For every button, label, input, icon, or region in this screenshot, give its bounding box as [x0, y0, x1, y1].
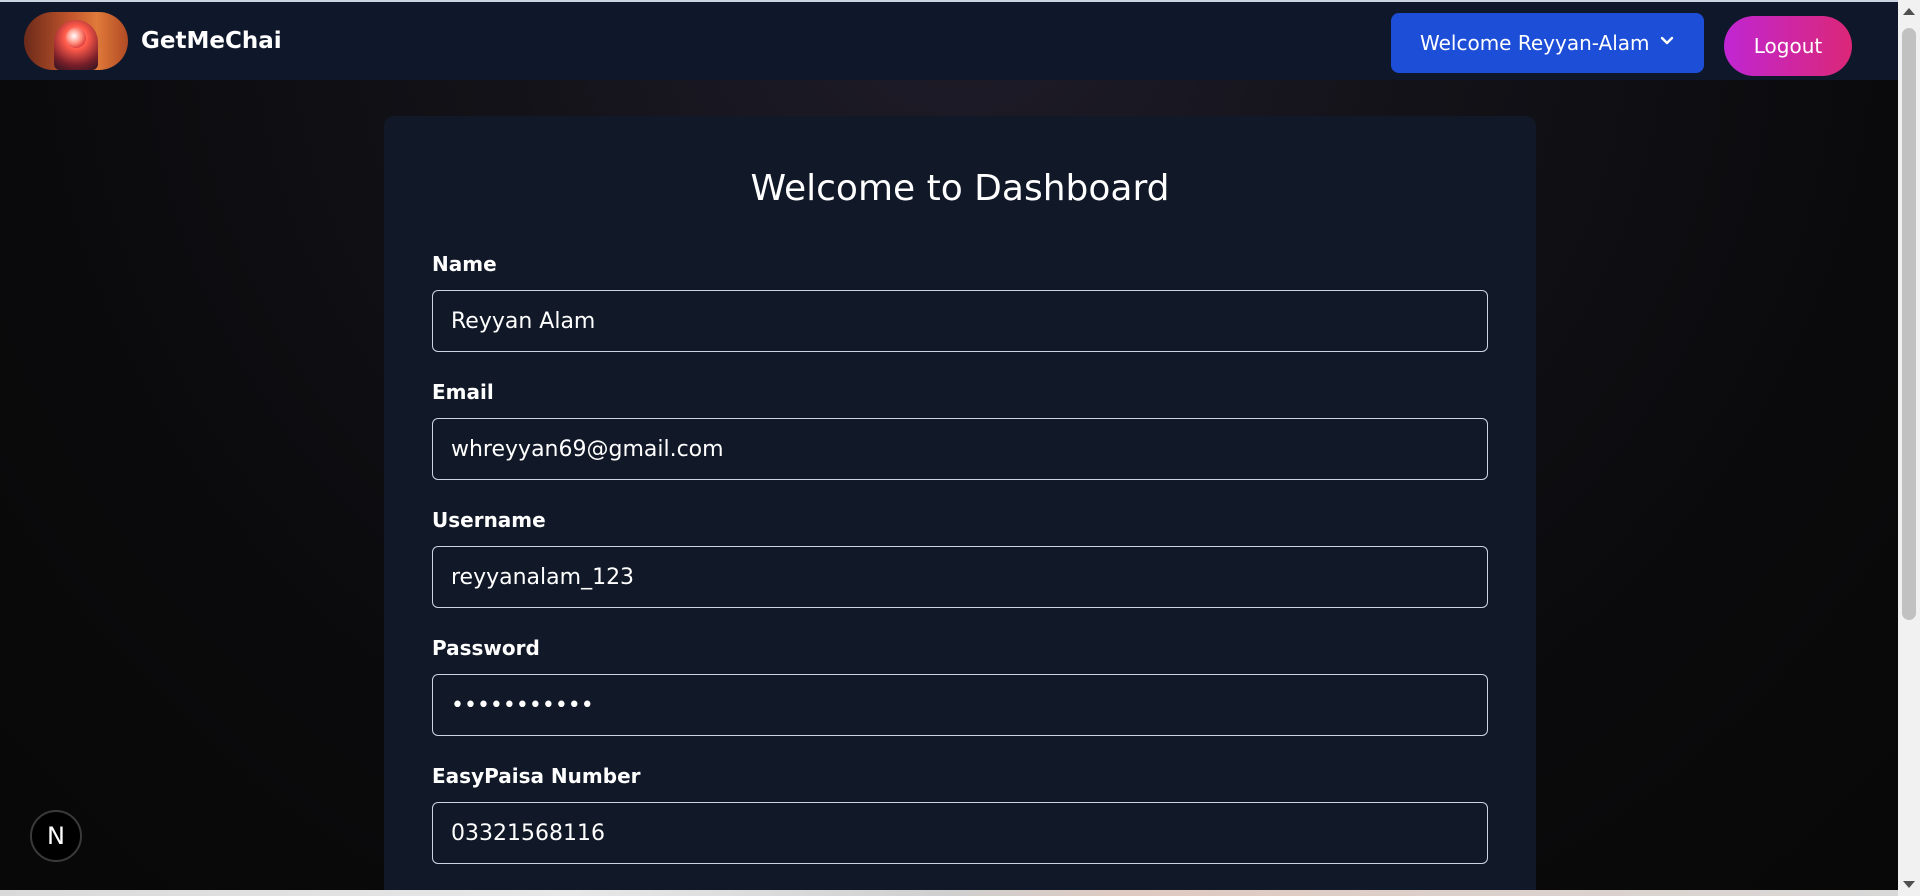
- page-title: Welcome to Dashboard: [750, 168, 1170, 209]
- logout-label: Logout: [1753, 34, 1823, 58]
- vertical-scrollbar[interactable]: [1898, 0, 1920, 896]
- brand-name[interactable]: GetMeChai: [141, 28, 282, 54]
- horizontal-scrollbar[interactable]: [0, 890, 1898, 896]
- name-field[interactable]: [432, 290, 1488, 352]
- password-label: Password: [432, 636, 540, 660]
- logout-button[interactable]: Logout: [1724, 16, 1852, 76]
- scroll-up-icon[interactable]: [1903, 8, 1915, 15]
- email-label: Email: [432, 380, 494, 404]
- chevron-down-icon: [1660, 36, 1674, 45]
- logo-icon[interactable]: [24, 12, 128, 70]
- password-field[interactable]: [432, 674, 1488, 736]
- username-label: Username: [432, 508, 546, 532]
- email-field[interactable]: [432, 418, 1488, 480]
- name-label: Name: [432, 252, 497, 276]
- scrollbar-thumb[interactable]: [1902, 28, 1916, 620]
- welcome-label: Welcome Reyyan-Alam: [1420, 31, 1650, 55]
- nextjs-dev-badge[interactable]: N: [30, 810, 82, 862]
- scroll-down-icon[interactable]: [1903, 881, 1915, 888]
- easypaisa-label: EasyPaisa Number: [432, 764, 641, 788]
- username-field[interactable]: [432, 546, 1488, 608]
- nextjs-badge-label: N: [47, 822, 65, 850]
- easypaisa-number-field[interactable]: [432, 802, 1488, 864]
- welcome-dropdown-button[interactable]: Welcome Reyyan-Alam: [1391, 13, 1704, 73]
